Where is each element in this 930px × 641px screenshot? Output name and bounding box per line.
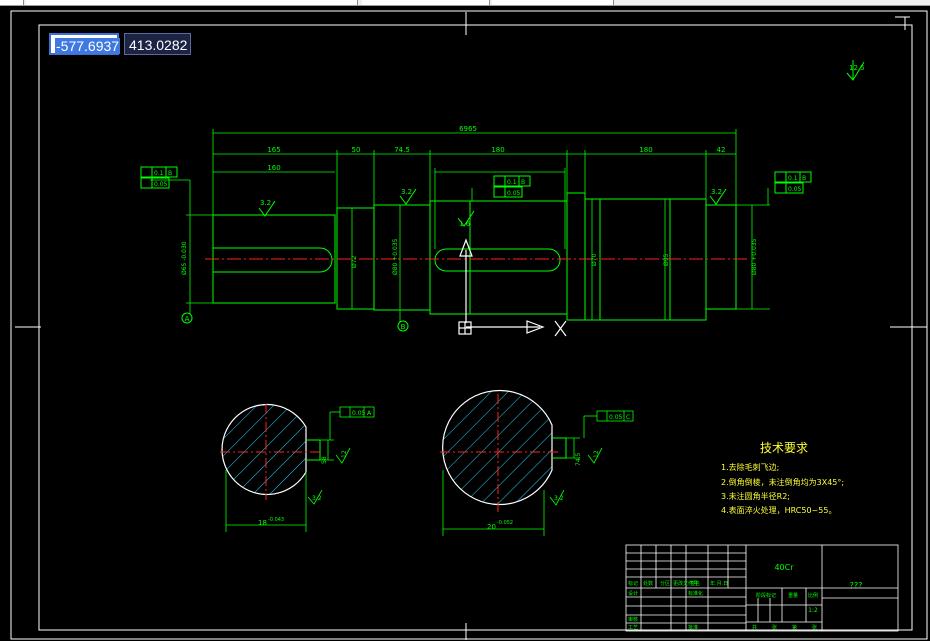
- tb-stage: 阶段标记: [756, 592, 776, 599]
- datum-b: B: [401, 323, 406, 331]
- note-line-3: 3.未注圆角半径R2;: [721, 491, 790, 501]
- tb-approve: 批准: [688, 624, 698, 631]
- dia-70: Ø70: [591, 253, 598, 266]
- tb-craft: 工艺: [628, 625, 638, 631]
- roughness-2: 3.2: [401, 188, 412, 196]
- datum-markers: [181, 312, 409, 332]
- roughness-3: 3.2: [711, 188, 722, 196]
- sec2-width: 20: [487, 523, 496, 531]
- tol-right-cyl: 0.05: [788, 186, 802, 193]
- sec2-key: 12: [593, 450, 600, 458]
- dim-42: 42: [717, 146, 726, 154]
- tab-layout1[interactable]: [362, 0, 490, 5]
- dia-80: Ø80 +0.035: [392, 238, 399, 275]
- tol-right-ref: B: [802, 175, 806, 182]
- drawing-frame: [10, 10, 928, 640]
- tb-std: 标准化: [688, 590, 703, 597]
- tb-count: 处数: [643, 580, 653, 587]
- part-name: ???: [850, 581, 863, 590]
- tb-design: 设计: [628, 590, 638, 597]
- tb-sheets: 共: [752, 624, 757, 631]
- ucs-icon: [458, 238, 567, 337]
- tab-drawing[interactable]: [26, 0, 358, 5]
- notes-title: 技术要求: [760, 441, 808, 455]
- dim-50: 50: [352, 146, 361, 154]
- tol-mid-ref: B: [521, 179, 525, 186]
- sec2-sym-ref: C: [626, 414, 630, 421]
- tol-left-runout: 0.1: [154, 170, 164, 177]
- tb-mark: 标记: [628, 580, 638, 587]
- sec1-width: 18: [258, 519, 267, 527]
- cad-canvas[interactable]: 12.5 6965 165 50 74.5 180 180 42 160 Ø65…: [0, 6, 930, 641]
- sec1-width-tol: -0.043: [268, 517, 284, 523]
- tb-sheet: 张: [772, 624, 777, 631]
- roughness-symbols: [258, 188, 727, 227]
- scale-value: 1:2: [808, 607, 818, 614]
- dim-160: 160: [267, 164, 280, 172]
- roughness-5: 3.2: [312, 495, 322, 502]
- tab-layout2[interactable]: [492, 0, 614, 5]
- note-line-2: 2.倒角倒棱，未注倒角均为3X45°;: [721, 477, 844, 487]
- tb-date: 年.月.日: [710, 580, 728, 587]
- dia-80-right: Ø80 +0.035: [751, 238, 758, 275]
- sec1-key: 12: [341, 450, 348, 458]
- dim-180-a: 180: [491, 146, 504, 154]
- tb-zone: 分区: [660, 580, 670, 587]
- note-line-1: 1.去除毛刺飞边;: [721, 462, 779, 472]
- tb-sign: 签名: [690, 580, 700, 587]
- overall-length-dim: 6965: [459, 125, 477, 133]
- roughness-4: 1.6: [459, 220, 471, 228]
- dim-165: 165: [267, 146, 280, 154]
- tol-right-runout: 0.1: [788, 175, 798, 182]
- section-view-2: 20 -0.052 74.5 12 0.05 C 3.2: [440, 389, 634, 536]
- roughness-1: 3.2: [260, 199, 271, 207]
- shaft-main-view: [212, 192, 737, 321]
- sec2-depth: 74.5: [575, 452, 582, 466]
- dia-95: Ø95: [663, 253, 670, 266]
- tb-no2: 张: [812, 624, 817, 631]
- datum-a: A: [185, 315, 190, 323]
- tb-ratio: 比例: [808, 592, 818, 599]
- global-roughness-label: 12.5: [849, 64, 865, 72]
- sec1-sym-ref: A: [367, 410, 372, 417]
- tol-left-ref: B: [168, 170, 172, 177]
- dim-180-b: 180: [639, 146, 652, 154]
- dim-74-5: 74.5: [394, 146, 410, 154]
- sec1-sym-tol: 0.05: [352, 410, 366, 417]
- tb-check: 审核: [628, 616, 638, 623]
- tb-weight: 重量: [788, 592, 798, 599]
- dia-72: Ø72: [351, 255, 358, 268]
- sec2-sym-tol: 0.05: [609, 414, 623, 421]
- tol-mid-cyl: 0.05: [507, 190, 521, 197]
- material-label: 40Cr: [774, 563, 794, 572]
- section-view-1: 18 -0.043 58 12 0.05 A 3.2: [220, 403, 375, 532]
- sec2-width-tol: -0.052: [497, 520, 513, 526]
- tol-mid-runout: 0.1: [507, 179, 517, 186]
- sec1-depth: 58: [321, 456, 328, 464]
- dia-65: Ø65 -0.030: [181, 241, 188, 275]
- note-line-4: 4.表面淬火处理，HRC50~55。: [721, 505, 836, 515]
- tb-no: 第: [792, 624, 797, 631]
- tol-left-cyl: 0.05: [154, 181, 168, 188]
- roughness-6: 3.2: [554, 495, 564, 502]
- tab-file[interactable]: [0, 0, 24, 5]
